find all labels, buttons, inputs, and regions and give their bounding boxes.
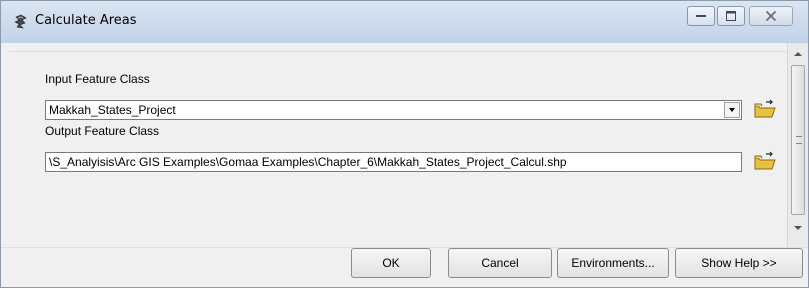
show-help-button[interactable]: Show Help >> (675, 248, 803, 278)
calculate-areas-dialog: Calculate Areas Input Feature Class Makk… (0, 0, 809, 288)
toolbox-tool-icon (13, 14, 29, 30)
input-feature-class-value: Makkah_States_Project (49, 103, 176, 117)
parameters-panel: Input Feature Class Makkah_States_Projec… (9, 51, 789, 237)
window-title: Calculate Areas (35, 13, 137, 28)
input-feature-class-combobox[interactable]: Makkah_States_Project (45, 100, 742, 120)
browse-output-button[interactable] (752, 150, 778, 174)
close-icon (765, 10, 777, 22)
open-folder-icon (754, 99, 776, 118)
scroll-down-icon (794, 226, 802, 230)
maximize-button[interactable] (717, 6, 745, 26)
scroll-up-icon (794, 52, 802, 56)
browse-input-button[interactable] (752, 98, 778, 122)
output-feature-class-label: Output Feature Class (45, 124, 160, 138)
input-feature-class-label: Input Feature Class (45, 72, 150, 86)
output-feature-class-value: \S_Analyisis\Arc GIS Examples\Gomaa Exam… (49, 155, 567, 169)
button-bar: OK Cancel Environments... Show Help >> (1, 247, 808, 287)
environments-button[interactable]: Environments... (557, 248, 669, 278)
vertical-scrollbar[interactable] (787, 43, 808, 247)
cancel-button[interactable]: Cancel (448, 248, 552, 278)
dialog-body: Input Feature Class Makkah_States_Projec… (9, 43, 789, 281)
output-feature-class-field[interactable]: \S_Analyisis\Arc GIS Examples\Gomaa Exam… (45, 152, 742, 172)
title-bar[interactable]: Calculate Areas (1, 1, 808, 43)
dropdown-arrow-button[interactable] (724, 102, 740, 118)
grip-icon (796, 136, 802, 144)
close-button[interactable] (749, 6, 793, 26)
chevron-down-icon (729, 108, 735, 112)
minimize-button[interactable] (687, 6, 715, 26)
open-folder-icon (754, 151, 776, 170)
ok-button[interactable]: OK (351, 248, 431, 278)
scrollbar-thumb[interactable] (791, 65, 805, 215)
